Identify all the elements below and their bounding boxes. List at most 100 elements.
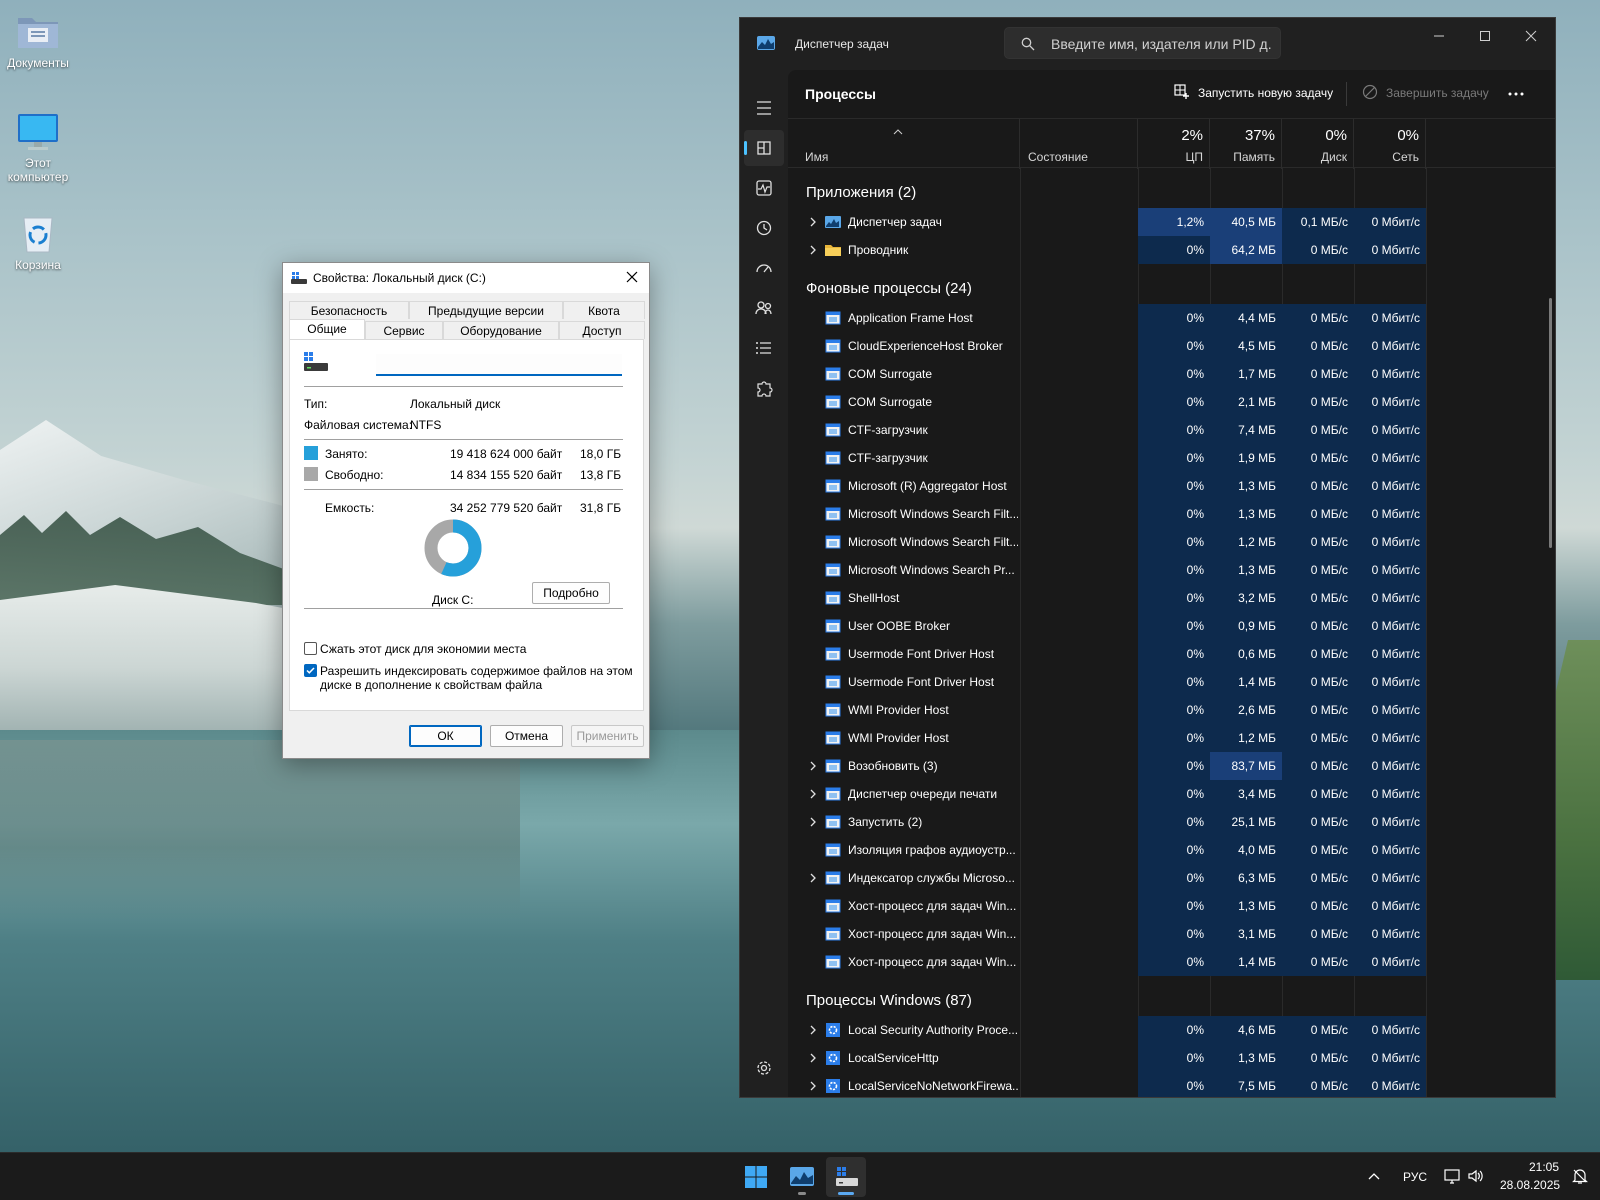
chevron-right-icon[interactable] [807, 1052, 819, 1064]
process-row[interactable]: User OOBE Broker 0% 0,9 МБ 0 МБ/с 0 Мбит/с [788, 612, 1555, 640]
process-row[interactable]: Application Frame Host 0% 4,4 МБ 0 МБ/с 0 Мб… [788, 304, 1555, 332]
tab-security[interactable]: Безопасность [289, 301, 409, 319]
column-name[interactable]: Имя [788, 119, 1020, 169]
process-row[interactable]: Хост-процесс для задач Win... 0% 1,4 МБ 0 М… [788, 948, 1555, 976]
process-row[interactable]: Возобновить (3) 0% 83,7 МБ 0 МБ/с 0 Мбит/с [788, 752, 1555, 780]
desktop-icon-documents[interactable]: Документы [0, 12, 76, 70]
nav-users[interactable] [744, 290, 784, 326]
nav-settings[interactable] [744, 1050, 784, 1086]
close-icon[interactable] [625, 270, 639, 284]
search-input[interactable] [1051, 35, 1271, 53]
process-row[interactable]: Проводник 0% 64,2 МБ 0 МБ/с 0 Мбит/с [788, 236, 1555, 264]
tab-tools[interactable]: Сервис [365, 321, 443, 339]
nav-app-history[interactable] [744, 210, 784, 246]
tab-sharing[interactable]: Доступ [559, 321, 645, 339]
task-manager-titlebar[interactable]: Диспетчер задач [740, 18, 1555, 70]
tab-previous-versions[interactable]: Предыдущие версии [409, 301, 563, 319]
process-search-box[interactable] [1004, 27, 1281, 59]
volume-label-input[interactable] [376, 354, 622, 376]
process-row[interactable]: Диспетчер задач 1,2% 40,5 МБ 0,1 МБ/с 0 Мбит… [788, 208, 1555, 236]
maximize-button[interactable] [1462, 22, 1508, 50]
compress-checkbox[interactable] [304, 642, 317, 655]
chevron-right-icon[interactable] [807, 1080, 819, 1092]
nav-details[interactable] [744, 330, 784, 366]
process-disk: 0 МБ/с [1282, 416, 1354, 444]
desktop-icon-this-pc[interactable]: Этот компьютер [0, 112, 76, 184]
cancel-button[interactable]: Отмена [490, 725, 563, 747]
apply-button[interactable]: Применить [571, 725, 644, 747]
group-header[interactable]: Приложения (2) [788, 176, 1555, 208]
process-row[interactable]: Usermode Font Driver Host 0% 1,4 МБ 0 МБ/с 0… [788, 668, 1555, 696]
more-options-icon[interactable] [1506, 84, 1526, 104]
process-cpu: 0% [1138, 948, 1210, 976]
process-row[interactable]: Microsoft Windows Search Filt... 0% 1,3 МБ… [788, 500, 1555, 528]
process-disk: 0 МБ/с [1282, 948, 1354, 976]
process-row[interactable]: Usermode Font Driver Host 0% 0,6 МБ 0 МБ/с 0… [788, 640, 1555, 668]
process-row[interactable]: WMI Provider Host 0% 2,6 МБ 0 МБ/с 0 Мбит/с [788, 696, 1555, 724]
process-row[interactable]: CTF-загрузчик 0% 1,9 МБ 0 МБ/с 0 Мбит/с [788, 444, 1555, 472]
process-disk: 0,1 МБ/с [1282, 208, 1354, 236]
command-separator [1346, 82, 1347, 106]
process-row[interactable]: COM Surrogate 0% 1,7 МБ 0 МБ/с 0 Мбит/с [788, 360, 1555, 388]
hamburger-menu-button[interactable] [744, 90, 784, 126]
nav-services[interactable] [744, 370, 784, 406]
ok-button[interactable]: ОК [409, 725, 482, 747]
nav-startup-apps[interactable] [744, 250, 784, 286]
dialog-titlebar[interactable]: Свойства: Локальный диск (C:) [283, 263, 649, 293]
taskbar-disk-properties[interactable] [826, 1157, 866, 1197]
language-indicator[interactable]: РУС [1403, 1170, 1427, 1184]
process-memory: 0,9 МБ [1210, 612, 1282, 640]
nav-processes[interactable] [744, 130, 784, 166]
chevron-right-icon[interactable] [807, 788, 819, 800]
process-name: Проводник [848, 243, 909, 257]
process-row[interactable]: Изоляция графов аудиоустр... 0% 4,0 МБ 0 МБ… [788, 836, 1555, 864]
index-checkbox[interactable] [304, 664, 317, 677]
process-row[interactable]: WMI Provider Host 0% 1,2 МБ 0 МБ/с 0 Мбит/с [788, 724, 1555, 752]
process-row[interactable]: Хост-процесс для задач Win... 0% 1,3 МБ 0 М… [788, 892, 1555, 920]
clock-time[interactable]: 21:05 [1529, 1160, 1559, 1174]
process-row[interactable]: Microsoft (R) Aggregator Host 0% 1,3 МБ 0 М… [788, 472, 1555, 500]
tab-hardware[interactable]: Оборудование [443, 321, 559, 339]
process-row[interactable]: CloudExperienceHost Broker 0% 4,5 МБ 0 МБ/с… [788, 332, 1555, 360]
free-color-swatch [304, 467, 318, 481]
tab-quota[interactable]: Квота [563, 301, 645, 319]
close-button[interactable] [1508, 22, 1554, 50]
notifications-icon[interactable] [1571, 1167, 1589, 1185]
network-icon[interactable] [1443, 1167, 1461, 1185]
process-row[interactable]: Local Security Authority Proce... 0% 4,6 М… [788, 1016, 1555, 1044]
group-header[interactable]: Процессы Windows (87) [788, 984, 1555, 1016]
clock-date[interactable]: 28.08.2025 [1500, 1178, 1560, 1192]
desktop-icon-recycle-bin[interactable]: Корзина [0, 214, 76, 272]
chevron-right-icon[interactable] [807, 872, 819, 884]
process-row[interactable]: Microsoft Windows Search Filt... 0% 1,2 МБ… [788, 528, 1555, 556]
chevron-right-icon[interactable] [807, 244, 819, 256]
nav-performance[interactable] [744, 170, 784, 206]
chevron-right-icon[interactable] [807, 760, 819, 772]
process-row[interactable]: Индексатор службы Microso... 0% 6,3 МБ 0 МБ… [788, 864, 1555, 892]
process-row[interactable]: Запустить (2) 0% 25,1 МБ 0 МБ/с 0 Мбит/с [788, 808, 1555, 836]
process-row[interactable]: Диспетчер очереди печати 0% 3,4 МБ 0 МБ/с 0 … [788, 780, 1555, 808]
column-disk[interactable]: 0% Диск [1282, 119, 1354, 169]
chevron-up-icon[interactable] [1366, 1169, 1382, 1185]
column-status[interactable]: Состояние [1020, 119, 1138, 169]
chevron-right-icon[interactable] [807, 816, 819, 828]
column-network[interactable]: 0% Сеть [1354, 119, 1426, 169]
volume-icon[interactable] [1467, 1167, 1485, 1185]
process-row[interactable]: LocalServiceNoNetworkFirewa... 0% 7,5 МБ 0 … [788, 1072, 1555, 1097]
process-row[interactable]: Хост-процесс для задач Win... 0% 3,1 МБ 0 М… [788, 920, 1555, 948]
minimize-button[interactable] [1416, 22, 1462, 50]
chevron-right-icon[interactable] [807, 216, 819, 228]
start-button[interactable] [736, 1157, 776, 1197]
column-memory[interactable]: 37% Память [1210, 119, 1282, 169]
process-row[interactable]: COM Surrogate 0% 2,1 МБ 0 МБ/с 0 Мбит/с [788, 388, 1555, 416]
taskbar-task-manager[interactable] [782, 1157, 822, 1197]
details-button[interactable]: Подробно [532, 582, 610, 604]
process-row[interactable]: CTF-загрузчик 0% 7,4 МБ 0 МБ/с 0 Мбит/с [788, 416, 1555, 444]
group-header[interactable]: Фоновые процессы (24) [788, 272, 1555, 304]
process-row[interactable]: ShellHost 0% 3,2 МБ 0 МБ/с 0 Мбит/с [788, 584, 1555, 612]
process-row[interactable]: LocalServiceHttp 0% 1,3 МБ 0 МБ/с 0 Мбит/с [788, 1044, 1555, 1072]
column-cpu[interactable]: 2% ЦП [1138, 119, 1210, 169]
tab-general[interactable]: Общие [289, 319, 365, 339]
chevron-right-icon[interactable] [807, 1024, 819, 1036]
process-row[interactable]: Microsoft Windows Search Pr... 0% 1,3 МБ 0 … [788, 556, 1555, 584]
